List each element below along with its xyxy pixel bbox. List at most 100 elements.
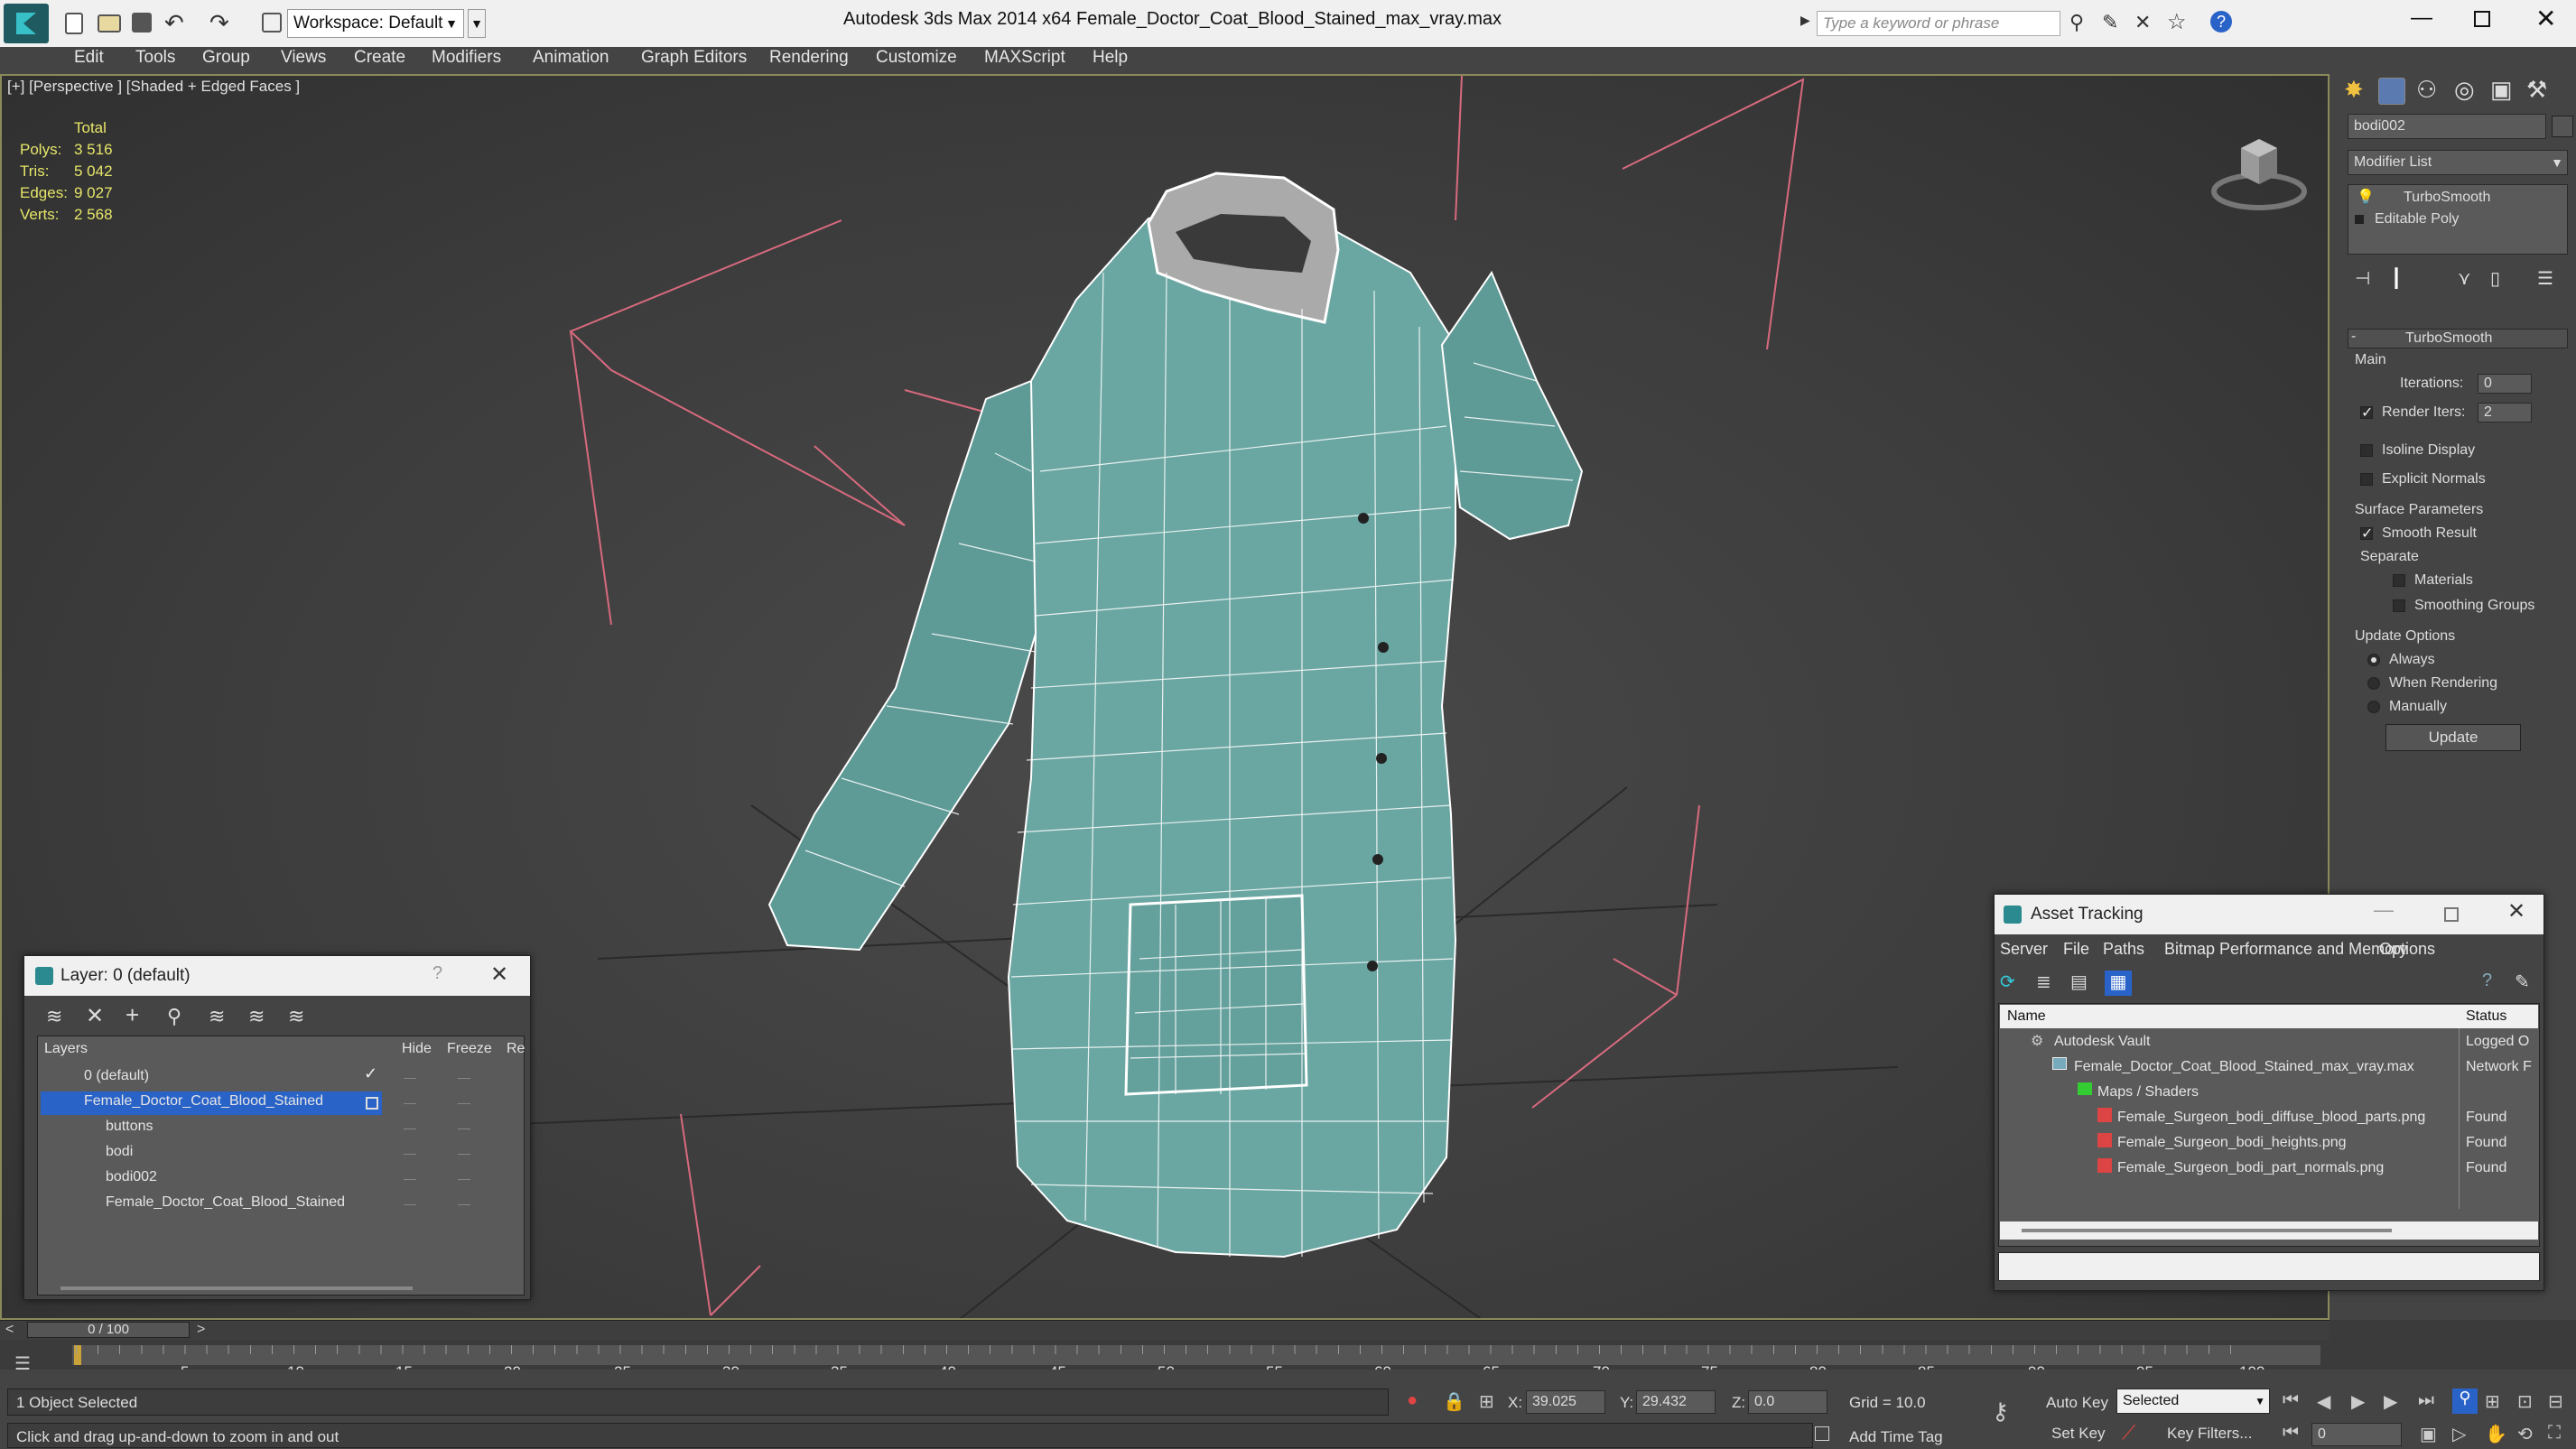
key-filters-button[interactable]: Key Filters... — [2167, 1425, 2252, 1443]
create-tab-icon[interactable]: ✸ — [2344, 76, 2364, 104]
new-file-icon[interactable] — [65, 13, 83, 34]
update-manually-radio[interactable] — [2367, 701, 2380, 713]
asset-row-name[interactable]: Maps / Shaders — [2097, 1084, 2199, 1101]
render-iters-spinner[interactable]: 2 — [2478, 403, 2532, 423]
make-unique-icon[interactable]: ⋎ — [2458, 267, 2471, 290]
key-icon[interactable]: ⚷ — [1992, 1398, 2009, 1426]
update-always-radio[interactable] — [2367, 654, 2380, 666]
workspace-menu-icon[interactable]: ▼ — [468, 9, 486, 38]
tools-icon[interactable]: ✕ — [2134, 11, 2151, 34]
z-coordinate-field[interactable]: 0.0 — [1748, 1390, 1827, 1414]
time-slider[interactable] — [0, 1320, 2330, 1340]
list-view-icon[interactable]: ≣ — [2036, 971, 2051, 993]
iterations-spinner[interactable]: 0 — [2478, 374, 2532, 394]
layer-row[interactable]: bodi002 — [106, 1169, 157, 1185]
rollout-collapse-icon[interactable]: - — [2351, 329, 2356, 345]
hide-all-layers-icon[interactable]: ≋ — [248, 1005, 265, 1028]
time-config-icon[interactable]: ▣ — [2420, 1423, 2437, 1445]
previous-frame-icon[interactable]: ◀ — [2317, 1390, 2330, 1413]
col-status[interactable]: Status — [2466, 1008, 2506, 1025]
render-iters-checkbox[interactable] — [2360, 404, 2373, 422]
asset-menu-paths[interactable]: Paths — [2103, 940, 2144, 959]
object-name-field[interactable]: bodi002 — [2348, 114, 2546, 139]
binoculars-icon[interactable]: ⚲ — [2069, 11, 2084, 34]
asset-path-field[interactable] — [1998, 1252, 2540, 1281]
col-hide[interactable]: Hide — [402, 1041, 432, 1057]
menu-tools[interactable]: Tools — [135, 45, 175, 70]
materials-checkbox[interactable] — [2393, 574, 2405, 587]
isoline-display-checkbox[interactable] — [2360, 444, 2373, 457]
asset-maximize-icon[interactable] — [2444, 907, 2459, 922]
zoom-extents-icon[interactable]: ⊡ — [2517, 1390, 2533, 1413]
isolate-icon[interactable]: ● — [1407, 1390, 1418, 1411]
remove-modifier-icon[interactable]: ▯ — [2490, 267, 2500, 290]
key-mode-icon[interactable]: ⏮ — [2283, 1423, 2299, 1444]
view-cube[interactable] — [2205, 121, 2313, 211]
menu-help[interactable]: Help — [1093, 45, 1128, 70]
maximize-viewport-icon[interactable]: ⛶ — [2548, 1423, 2561, 1444]
configure-modifier-sets-icon[interactable]: ☰ — [2537, 267, 2553, 290]
create-layer-icon[interactable]: ≋ — [46, 1005, 62, 1028]
utilities-tab-icon[interactable]: ⚒ — [2526, 76, 2547, 104]
display-tab-icon[interactable]: ▣ — [2490, 76, 2513, 104]
layer-help-icon[interactable]: ? — [432, 963, 442, 984]
freeze-toggles[interactable]: — — — — — — — [458, 1064, 471, 1216]
col-freeze[interactable]: Freeze — [447, 1041, 492, 1057]
motion-tab-icon[interactable]: ◎ — [2454, 76, 2475, 104]
layer-row[interactable]: bodi — [106, 1144, 133, 1160]
grid-view-icon[interactable]: ▦ — [2105, 971, 2132, 996]
select-objects-icon[interactable]: ⚲ — [167, 1005, 181, 1028]
time-slider-next-icon[interactable]: > — [197, 1322, 205, 1338]
auto-key-button[interactable]: Auto Key — [2046, 1394, 2108, 1412]
update-when-rendering-radio[interactable] — [2367, 677, 2380, 690]
next-frame-icon[interactable]: ▶ — [2384, 1390, 2397, 1413]
close-icon[interactable]: ✕ — [2535, 4, 2556, 33]
asset-menu-server[interactable]: Server — [2000, 940, 2048, 959]
go-to-start-icon[interactable]: ⏮ — [2283, 1390, 2299, 1411]
menu-customize[interactable]: Customize — [876, 45, 957, 70]
zoom-all-icon[interactable]: ⊞ — [2485, 1390, 2500, 1413]
hierarchy-tab-icon[interactable]: ⚇ — [2416, 76, 2437, 104]
asset-row-name[interactable]: Female_Surgeon_bodi_heights.png — [2117, 1135, 2347, 1151]
project-folder-icon[interactable] — [262, 13, 282, 33]
redo-icon[interactable]: ↷ — [209, 9, 229, 37]
layer-row[interactable]: buttons — [106, 1119, 153, 1135]
communication-icon[interactable]: ✎ — [2102, 11, 2118, 34]
object-color-swatch[interactable] — [2552, 116, 2573, 137]
menu-animation[interactable]: Animation — [533, 45, 609, 70]
smooth-result-checkbox[interactable] — [2360, 525, 2373, 543]
col-layers[interactable]: Layers — [44, 1041, 88, 1057]
menu-graph-editors[interactable]: Graph Editors — [641, 45, 747, 70]
asset-row-name[interactable]: Female_Doctor_Coat_Blood_Stained_max_vra… — [2074, 1059, 2414, 1075]
menu-views[interactable]: Views — [281, 45, 326, 70]
delete-layer-icon[interactable]: ✕ — [86, 1003, 104, 1029]
zoom-icon[interactable]: ⚲ — [2452, 1389, 2478, 1414]
explicit-normals-checkbox[interactable] — [2360, 473, 2373, 486]
orbit-icon[interactable]: ⟲ — [2517, 1423, 2533, 1445]
modify-tab-icon[interactable] — [2378, 78, 2405, 105]
help-icon[interactable]: ? — [2210, 11, 2232, 33]
pan-view-icon[interactable]: ✋ — [2485, 1423, 2507, 1445]
asset-menu-file[interactable]: File — [2063, 940, 2089, 959]
hide-toggles[interactable]: — — — — — — — [404, 1064, 417, 1216]
search-input[interactable]: Type a keyword or phrase — [1817, 11, 2060, 36]
refresh-icon[interactable]: ⟳ — [2000, 971, 2015, 993]
asset-pin-icon[interactable]: ✎ — [2515, 971, 2530, 993]
freeze-all-layers-icon[interactable]: ≋ — [288, 1005, 304, 1028]
menu-create[interactable]: Create — [354, 45, 405, 70]
layer-current-box-icon[interactable] — [366, 1097, 378, 1110]
viewport-label[interactable]: [+] [Perspective ] [Shaded + Edged Faces… — [7, 78, 300, 96]
asset-scroll-thumb[interactable] — [2022, 1229, 2392, 1232]
save-file-icon[interactable] — [132, 13, 152, 33]
search-arrow-icon[interactable]: ▶ — [1800, 13, 1810, 28]
open-file-icon[interactable] — [98, 14, 121, 33]
asset-row-name[interactable]: Female_Surgeon_bodi_part_normals.png — [2117, 1160, 2384, 1176]
asset-close-icon[interactable]: ✕ — [2507, 898, 2525, 924]
selected-dropdown[interactable]: Selected ▼ — [2116, 1389, 2270, 1414]
go-to-end-icon[interactable]: ⏭ — [2418, 1390, 2434, 1411]
pin-stack-icon[interactable]: ⊣ — [2355, 267, 2370, 290]
col-render[interactable]: Re — [507, 1041, 525, 1057]
field-of-view-icon[interactable]: ▷ — [2452, 1423, 2466, 1445]
asset-menu-bitmap[interactable]: Bitmap Performance and Memory — [2164, 940, 2407, 959]
y-coordinate-field[interactable]: 29.432 — [1636, 1390, 1716, 1414]
